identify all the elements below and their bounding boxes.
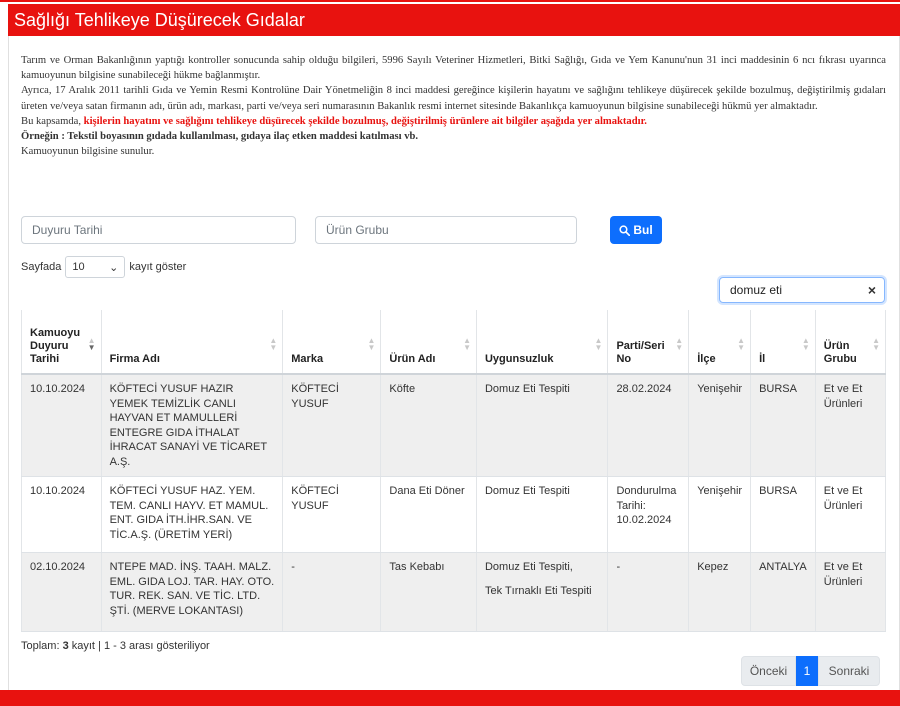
intro-example: Örneğin : Tekstil boyasının gıdada kulla… xyxy=(21,131,419,143)
product-group-input[interactable]: Ürün Grubu xyxy=(315,216,577,244)
table-row: 02.10.2024 NTEPE MAD. İNŞ. TAAH. MALZ. E… xyxy=(21,552,887,632)
cell-batch: - xyxy=(607,552,690,632)
sort-icon: ▲ ▼ xyxy=(675,336,684,352)
table-info-label: Toplam: xyxy=(21,640,63,652)
column-header-label: Marka xyxy=(291,353,324,365)
table-info: Toplam: 3 kayıt | 1 - 3 arası gösteriliy… xyxy=(21,640,210,652)
page-length-value: 10 xyxy=(72,261,85,273)
announcement-date-input[interactable]: Duyuru Tarihi xyxy=(21,216,296,244)
sort-icon: ▲ ▼ xyxy=(463,336,471,352)
nonconformity-line: Domuz Eti Tespiti, xyxy=(484,561,573,573)
sort-icon: ▲ ▼ xyxy=(872,336,880,352)
table-header-row: Kamuoyu Duyuru Tarihi ▲ ▼ Firma Adı ▲ ▼ Mark… xyxy=(21,310,887,375)
column-header-product[interactable]: Ürün Adı ▲ ▼ xyxy=(380,310,477,375)
column-header-label: Kamuoyu Duyuru Tarihi xyxy=(30,327,81,365)
cell-product: Dana Eti Döner xyxy=(380,476,477,553)
intro-paragraph-3: Bu kapsamda, kişilerin hayatını ve sağlı… xyxy=(21,114,886,129)
intro-paragraph-2: Ayrıca, 17 Aralık 2011 tarihli Gıda ve Y… xyxy=(21,85,886,112)
cell-city: BURSA xyxy=(750,476,816,553)
column-header-label: Ürün Grubu xyxy=(823,340,857,365)
column-header-label: Ürün Adı xyxy=(389,353,436,365)
column-header-label: Uygunsuzluk xyxy=(484,353,554,365)
cell-group: Et ve Et Ürünleri xyxy=(815,552,887,632)
page-1-button[interactable]: 1 xyxy=(796,656,818,686)
intro-text: Tarım ve Orman Bakanlığının yaptığı kont… xyxy=(21,53,886,159)
column-header-city[interactable]: İl ▲ ▼ xyxy=(750,310,816,375)
column-header-label: İlçe xyxy=(697,353,716,365)
clear-search-icon[interactable]: × xyxy=(868,282,876,298)
cell-city: BURSA xyxy=(750,374,816,477)
intro-prefix: Bu kapsamda, xyxy=(21,115,84,127)
search-button-label: Bul xyxy=(633,223,653,237)
cell-company: NTEPE MAD. İNŞ. TAAH. MALZ. EML. GIDA LO… xyxy=(101,552,284,632)
cell-product: Köfte xyxy=(380,374,477,477)
column-header-label: Firma Adı xyxy=(109,353,160,365)
page-length-control: Sayfada 10 ⌄ kayıt göster xyxy=(21,256,186,278)
previous-page-button[interactable]: Önceki xyxy=(741,656,796,686)
cell-batch: Dondurulma Tarihi: 10.02.2024 xyxy=(607,476,690,553)
column-header-district[interactable]: İlçe ▲ ▼ xyxy=(688,310,752,375)
page-length-prefix: Sayfada xyxy=(21,261,62,273)
table-row: 10.10.2024 KÖFTECİ YUSUF HAZ. YEM. TEM. … xyxy=(21,476,887,553)
page-title: Sağlığı Tehlikeye Düşürecek Gıdalar xyxy=(8,4,900,36)
results-table: Kamuoyu Duyuru Tarihi ▲ ▼ Firma Adı ▲ ▼ Mark… xyxy=(21,310,887,632)
sort-desc-icon: ▲ ▼ xyxy=(87,336,96,352)
cell-nonconformity: Domuz Eti Tespiti, Tek Tırnaklı Eti Tespi… xyxy=(476,552,609,632)
sort-icon: ▲ ▼ xyxy=(367,336,376,352)
column-header-nonconformity[interactable]: Uygunsuzluk ▲ ▼ xyxy=(476,310,609,375)
next-page-button[interactable]: Sonraki xyxy=(818,656,880,686)
cell-city: ANTALYA xyxy=(750,552,816,632)
table-row: 10.10.2024 KÖFTECİ YUSUF HAZIR YEMEK TEM… xyxy=(21,374,887,477)
nonconformity-line: Tek Tırnaklı Eti Tespiti xyxy=(484,584,592,597)
cell-nonconformity: Domuz Eti Tespiti xyxy=(476,476,609,553)
footer-bar xyxy=(0,690,900,706)
column-header-label: İl xyxy=(759,353,766,365)
results-table-wrapper: Kamuoyu Duyuru Tarihi ▲ ▼ Firma Adı ▲ ▼ Mark… xyxy=(21,310,887,632)
top-accent-line xyxy=(0,0,900,2)
page-length-suffix: kayıt göster xyxy=(129,261,187,273)
cell-batch: 28.02.2024 xyxy=(607,374,690,477)
table-info-range: kayıt | 1 - 3 arası gösteriliyor xyxy=(68,640,210,652)
column-header-brand[interactable]: Marka ▲ ▼ xyxy=(282,310,382,375)
cell-district: Yenişehir xyxy=(688,476,752,553)
cell-group: Et ve Et Ürünleri xyxy=(815,476,887,553)
cell-brand: KÖFTECİ YUSUF xyxy=(282,374,382,477)
table-search-value: domuz eti xyxy=(730,283,783,297)
cell-nonconformity: Domuz Eti Tespiti xyxy=(476,374,609,477)
column-header-batch[interactable]: Parti/Seri No ▲ ▼ xyxy=(607,310,690,375)
sort-icon: ▲ ▼ xyxy=(737,336,746,352)
search-icon xyxy=(619,224,631,236)
chevron-down-icon: ⌄ xyxy=(109,261,119,274)
table-search-input[interactable]: domuz eti × xyxy=(719,277,885,303)
cell-date: 10.10.2024 xyxy=(21,374,102,477)
column-header-company[interactable]: Firma Adı ▲ ▼ xyxy=(101,310,284,375)
cell-product: Tas Kebabı xyxy=(380,552,477,632)
intro-paragraph-1: Tarım ve Orman Bakanlığının yaptığı kont… xyxy=(21,55,886,82)
cell-district: Yenişehir xyxy=(688,374,752,477)
column-header-group[interactable]: Ürün Grubu ▲ ▼ xyxy=(815,310,887,375)
cell-date: 02.10.2024 xyxy=(21,552,102,632)
column-header-label: Parti/Seri No xyxy=(616,340,665,365)
search-button[interactable]: Bul xyxy=(610,216,662,244)
intro-highlight: kişilerin hayatını ve sağlığını tehlikey… xyxy=(83,115,647,127)
cell-company: KÖFTECİ YUSUF HAZ. YEM. TEM. CANLI HAYV.… xyxy=(101,476,284,553)
cell-company: KÖFTECİ YUSUF HAZIR YEMEK TEMİZLİK CANLI… xyxy=(101,374,284,477)
page-length-select[interactable]: 10 ⌄ xyxy=(65,256,126,278)
cell-brand: KÖFTECİ YUSUF xyxy=(282,476,382,553)
cell-date: 10.10.2024 xyxy=(21,476,102,553)
cell-district: Kepez xyxy=(688,552,752,632)
sort-icon: ▲ ▼ xyxy=(269,336,278,352)
column-header-date[interactable]: Kamuoyu Duyuru Tarihi ▲ ▼ xyxy=(21,310,102,375)
pagination: Önceki 1 Sonraki xyxy=(741,656,880,686)
cell-brand: - xyxy=(282,552,382,632)
sort-icon: ▲ ▼ xyxy=(801,336,810,352)
cell-group: Et ve Et Ürünleri xyxy=(815,374,887,477)
intro-closing: Kamuoyunun bilgisine sunulur. xyxy=(21,146,155,158)
sort-icon: ▲ ▼ xyxy=(594,336,603,352)
